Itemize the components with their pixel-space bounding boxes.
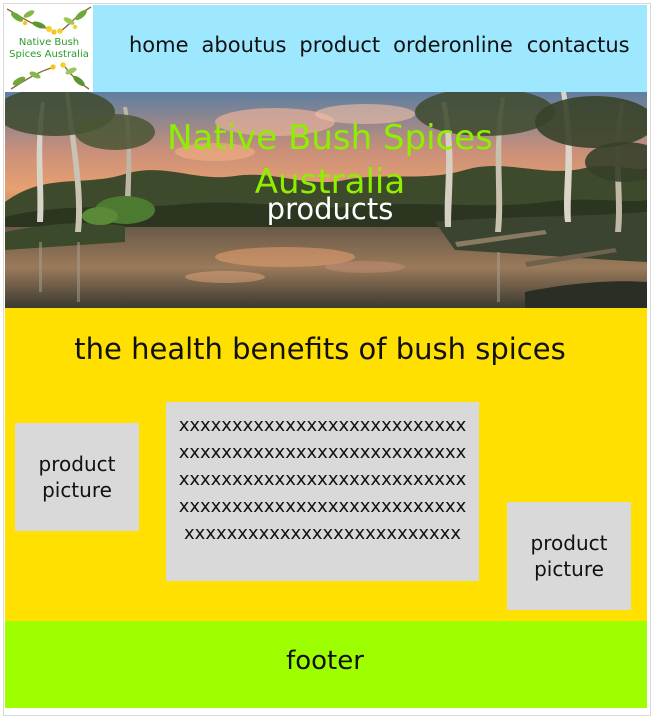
hero-banner: Native Bush Spices Australia products xyxy=(5,92,647,308)
nav-home-link[interactable]: home xyxy=(129,33,189,57)
body-text-box: xxxxxxxxxxxxxxxxxxxxxxxxxxxxxxxxxxxxxxxx… xyxy=(166,402,479,581)
site-footer: footer xyxy=(5,621,647,708)
main-content: the health benefits of bush spices produ… xyxy=(5,308,647,621)
main-nav: home aboutus product orderonline contact… xyxy=(129,33,630,57)
logo-text: Native Bush Spices Australia xyxy=(9,37,89,60)
nav-aboutus-link[interactable]: aboutus xyxy=(202,33,287,57)
site-logo[interactable]: Native Bush Spices Australia xyxy=(5,5,93,92)
hero-subtitle: products xyxy=(266,192,394,226)
nav-contactus-link[interactable]: contactus xyxy=(527,33,630,57)
product-picture-left: product picture xyxy=(15,423,139,531)
section-heading: the health benefits of bush spices xyxy=(74,332,566,366)
nav-product-link[interactable]: product xyxy=(299,33,380,57)
nav-orderonline-link[interactable]: orderonline xyxy=(393,33,513,57)
site-header: Native Bush Spices Australia home aboutu… xyxy=(5,5,647,92)
footer-text: footer xyxy=(286,646,364,676)
hero-title: Native Bush Spices Australia xyxy=(167,118,493,202)
product-picture-right: product picture xyxy=(507,502,631,610)
